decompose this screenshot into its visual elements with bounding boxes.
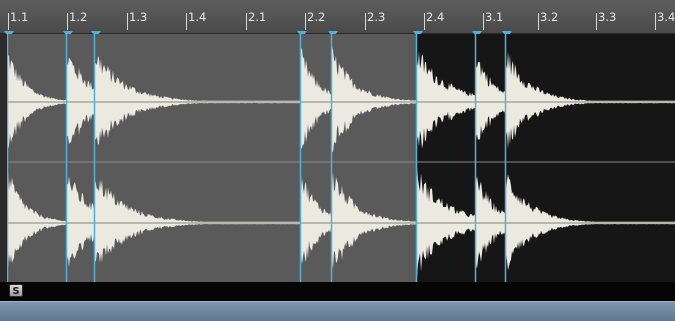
ruler-tick-label: 1.4 (188, 10, 207, 24)
ruler-tick-label: 1.2 (69, 10, 88, 24)
solo-button[interactable]: S (9, 284, 23, 297)
ruler-tick-mark (127, 13, 128, 30)
ruler-tick-mark (246, 13, 247, 30)
ruler-tick-label: 3.2 (540, 10, 559, 24)
beat-ruler[interactable]: 1.1 1.2 1.3 1.4 2.1 2.2 2.3 2.4 3.1 3.2 3.3 3.4 (0, 0, 675, 38)
footer-bar (0, 301, 675, 321)
ruler-tick-label: 1.3 (129, 10, 148, 24)
waveform-display (7, 34, 675, 282)
ruler-tick-label: 2.4 (426, 10, 445, 24)
ruler-tick-label: 2.2 (307, 10, 326, 24)
ruler-tick-label: 3.4 (657, 10, 675, 24)
ruler-tick-mark (365, 13, 366, 30)
ruler-tick-mark (655, 13, 656, 30)
sample-slice-editor: 1.1 1.2 1.3 1.4 2.1 2.2 2.3 2.4 3.1 3.2 3.3 3.4 S (0, 0, 675, 321)
ruler-tick-mark (424, 13, 425, 30)
ruler-tick-label: 1.1 (10, 10, 29, 24)
ruler-tick-mark (538, 13, 539, 30)
ruler-tick-mark (67, 13, 68, 30)
solo-strip (0, 282, 675, 301)
waveform-area[interactable] (7, 34, 675, 282)
ruler-tick-mark (596, 13, 597, 30)
ruler-tick-mark (305, 13, 306, 30)
ruler-tick-label: 2.1 (248, 10, 267, 24)
ruler-tick-label: 3.1 (485, 10, 504, 24)
ruler-tick-label: 2.3 (367, 10, 386, 24)
ruler-tick-mark (8, 13, 9, 30)
track-edge (0, 34, 7, 282)
ruler-tick-mark (186, 13, 187, 30)
ruler-tick-label: 3.3 (598, 10, 617, 24)
ruler-tick-mark (483, 13, 484, 30)
